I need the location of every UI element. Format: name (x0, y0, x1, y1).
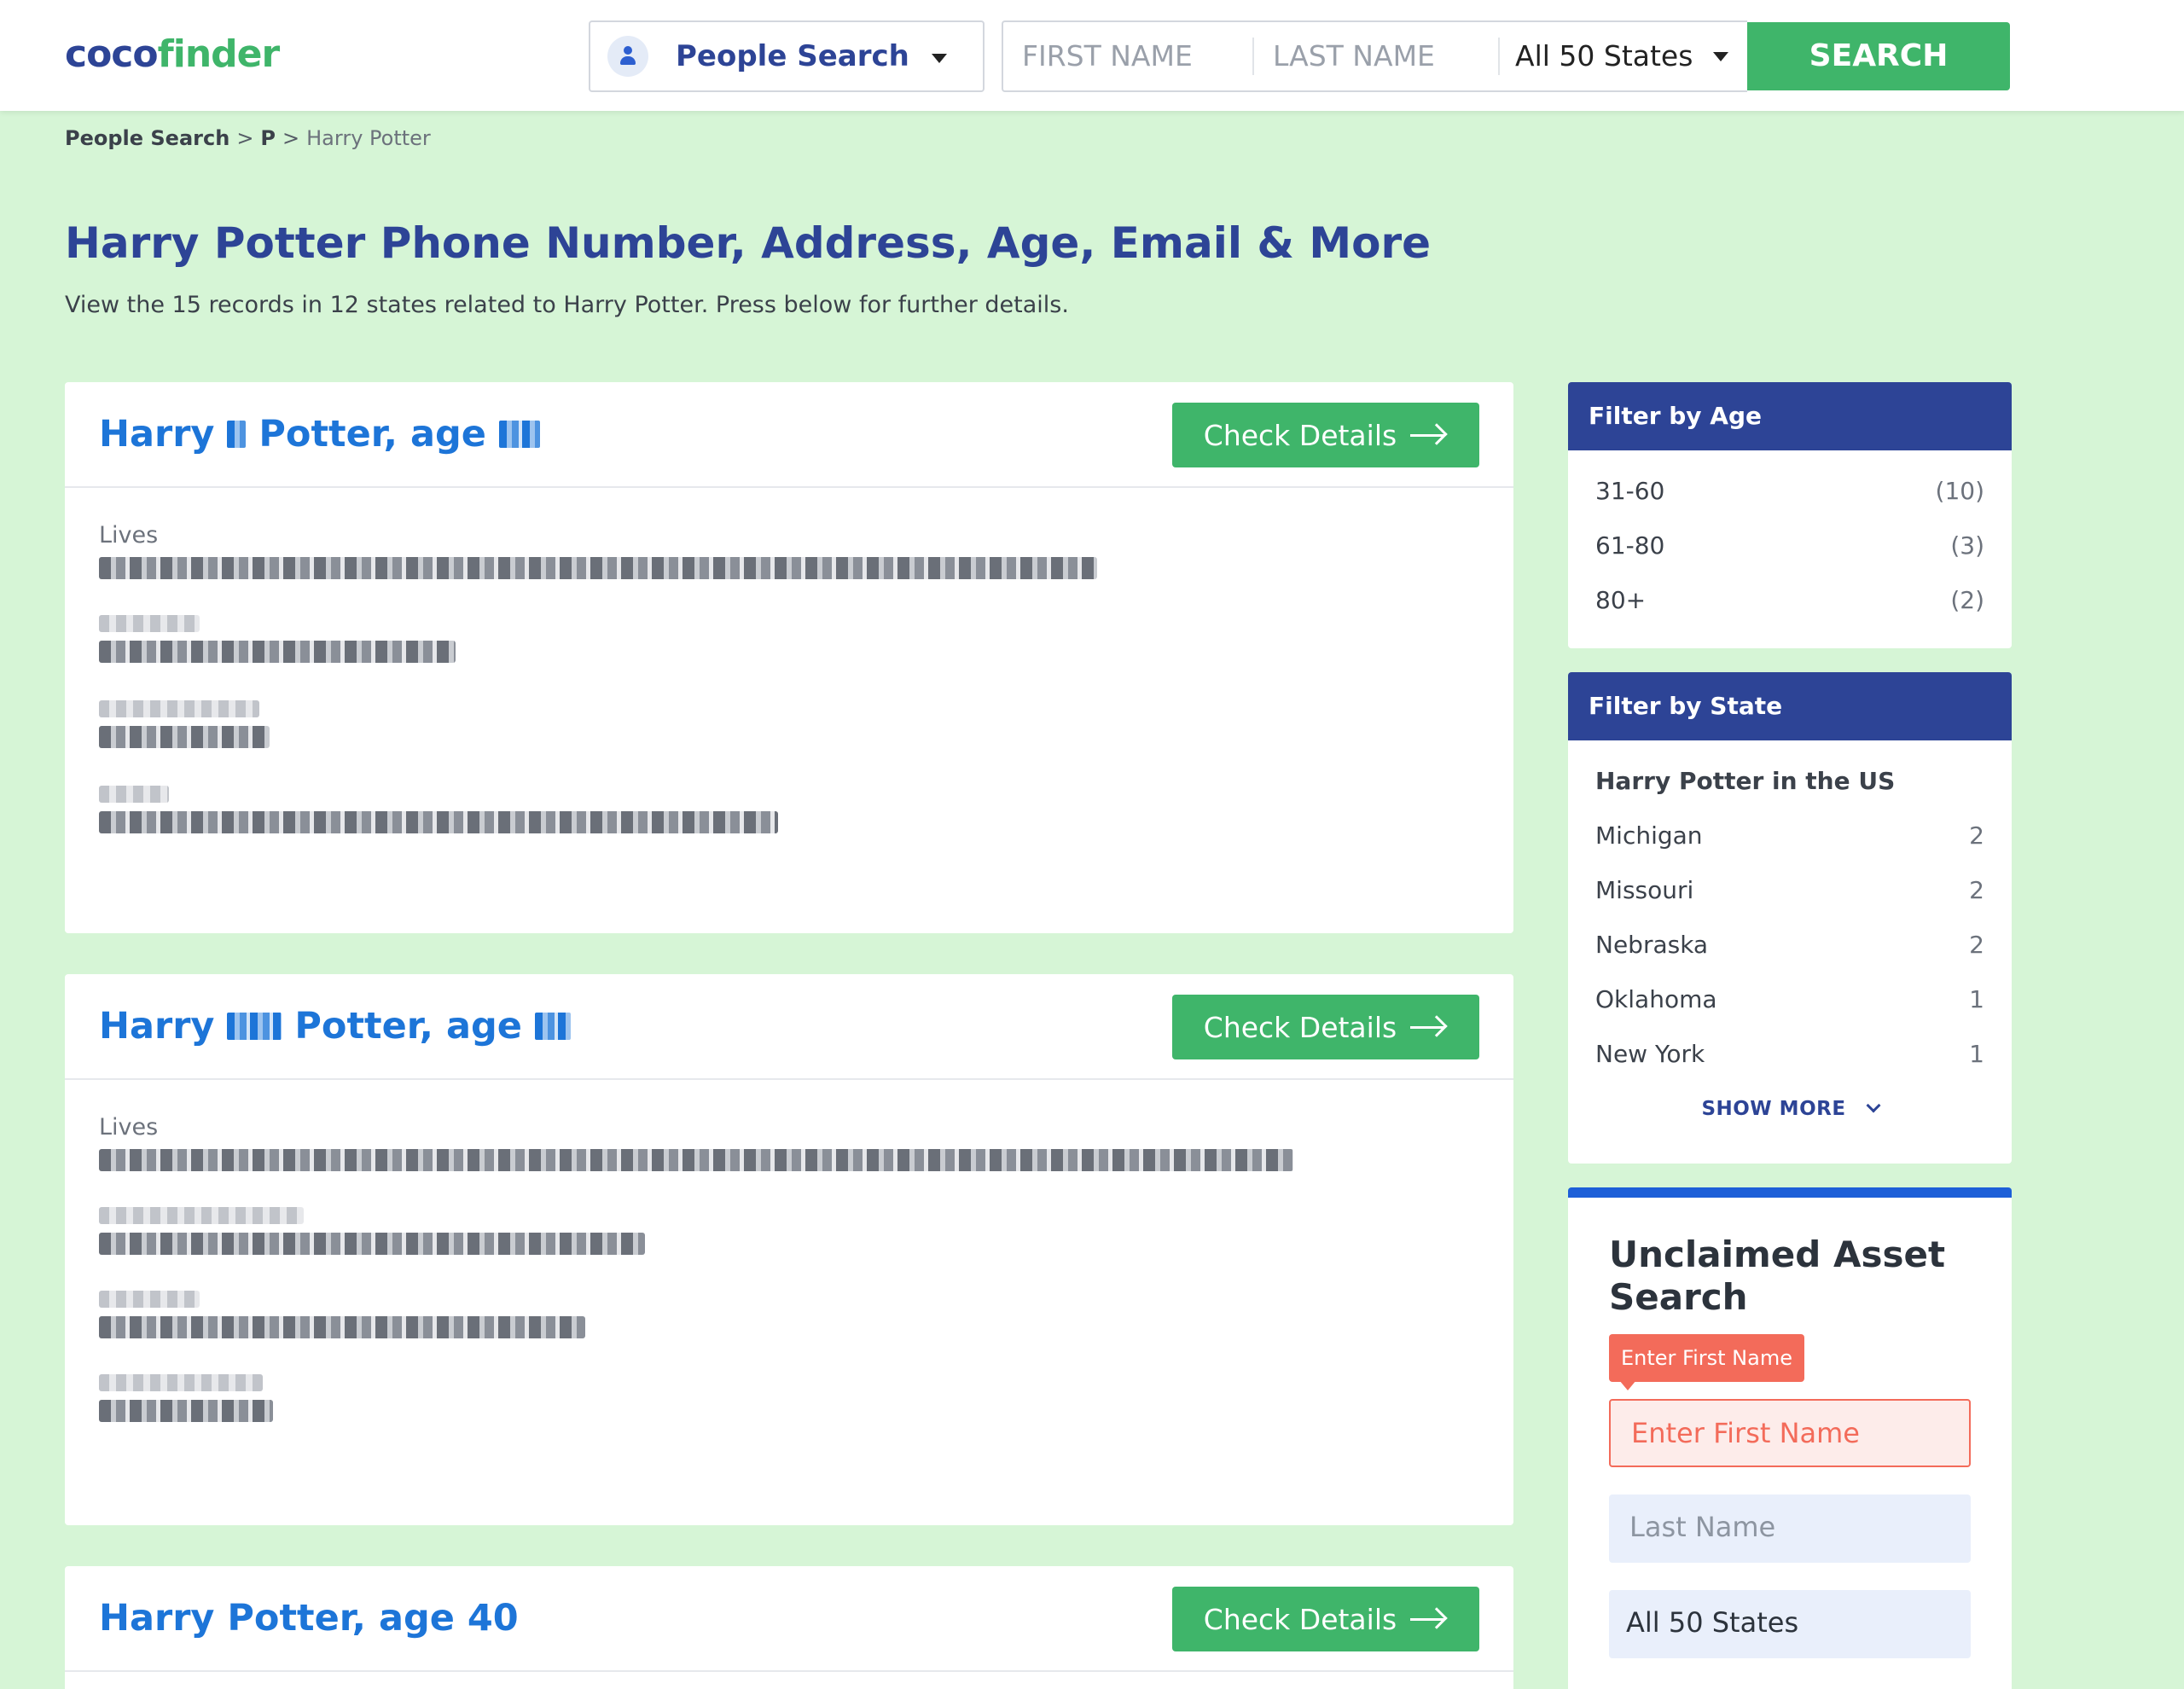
last-name-input[interactable]: LAST NAME (1252, 38, 1466, 75)
filter-by-state-panel: Filter by State Harry Potter in the US M… (1568, 672, 2012, 1164)
caret-down-icon (932, 54, 947, 63)
redacted-phone (99, 1400, 273, 1422)
redacted-label (99, 700, 259, 717)
search-type-label: People Search (676, 39, 909, 73)
asset-search-title: Unclaimed Asset Search (1609, 1233, 1946, 1318)
redacted-label (99, 786, 169, 803)
redacted-relatives (99, 1316, 585, 1338)
first-name-input[interactable]: FIRST NAME (1022, 38, 1235, 75)
result-card: Harry Potter, age Check Details Lives (65, 382, 1513, 933)
state-filter-item[interactable]: Missouri 2 (1568, 863, 2012, 918)
redacted-middle-name (227, 1012, 282, 1040)
state-filter-item[interactable]: New York 1 (1568, 1027, 2012, 1082)
breadcrumb: People Search > P > Harry Potter (65, 126, 431, 150)
validation-tooltip: Enter First Name (1609, 1334, 1804, 1382)
search-type-dropdown[interactable]: People Search (589, 20, 985, 92)
redacted-phone (99, 726, 270, 748)
check-details-button[interactable]: Check Details (1172, 403, 1479, 467)
lives-label: Lives (99, 1114, 159, 1141)
breadcrumb-letter[interactable]: P (260, 126, 276, 150)
filter-by-age-panel: Filter by Age 31-60 (10) 61-80 (3) 80+ (2) (1568, 382, 2012, 648)
arrow-right-icon (1410, 1015, 1448, 1037)
breadcrumb-people-search[interactable]: People Search (65, 126, 229, 150)
result-details: Lives (65, 488, 1513, 833)
redacted-age (534, 1012, 571, 1040)
redacted-address (99, 557, 1097, 579)
page-subtitle: View the 15 records in 12 states related… (65, 292, 1069, 318)
site-header: cocofinder People Search FIRST NAME LAST… (0, 0, 2184, 111)
redacted-label (99, 615, 200, 632)
show-more-button[interactable]: SHOW MORE (1568, 1082, 2012, 1136)
breadcrumb-current: Harry Potter (306, 126, 431, 150)
logo[interactable]: cocofinder (65, 32, 280, 76)
page-title: Harry Potter Phone Number, Address, Age,… (65, 218, 1432, 268)
state-filter-item[interactable]: Nebraska 2 (1568, 918, 2012, 972)
asset-state-select[interactable]: All 50 States (1609, 1590, 1971, 1658)
redacted-age (498, 420, 540, 448)
age-filter-item[interactable]: 80+ (2) (1568, 573, 2012, 628)
result-card: Harry Potter, age 40 Check Details (65, 1566, 1513, 1689)
redacted-relatives (99, 641, 456, 663)
state-filter-item[interactable]: Michigan 2 (1568, 809, 2012, 863)
search-button[interactable]: SEARCH (1747, 22, 2010, 90)
redacted-label (99, 1374, 263, 1391)
result-details: Lives (65, 1080, 1513, 1422)
filter-by-age-title: Filter by Age (1568, 382, 2012, 450)
person-icon (607, 36, 648, 77)
unclaimed-asset-panel: Unclaimed Asset Search Enter First Name … (1568, 1187, 2012, 1689)
chevron-down-icon (1866, 1098, 1881, 1113)
state-filter-item[interactable]: Oklahoma 1 (1568, 972, 2012, 1027)
result-card: Harry Potter, age Check Details Lives (65, 974, 1513, 1525)
redacted-email (99, 811, 778, 833)
state-filter-subtitle: Harry Potter in the US (1595, 767, 1896, 795)
age-filter-item[interactable]: 31-60 (10) (1568, 464, 2012, 519)
redacted-label (99, 1291, 200, 1308)
caret-down-icon (1713, 52, 1728, 61)
redacted-address (99, 1149, 1293, 1171)
asset-last-name-input[interactable]: Last Name (1609, 1495, 1971, 1563)
redacted-previous-address (99, 1233, 645, 1255)
result-name[interactable]: Harry Potter, age 40 (99, 1597, 519, 1640)
result-name[interactable]: Harry Potter, age (99, 1005, 571, 1048)
lives-label: Lives (99, 522, 159, 548)
filter-by-state-title: Filter by State (1568, 672, 2012, 740)
result-name[interactable]: Harry Potter, age (99, 413, 540, 456)
arrow-right-icon (1410, 423, 1448, 445)
check-details-button[interactable]: Check Details (1172, 995, 1479, 1059)
check-details-button[interactable]: Check Details (1172, 1587, 1479, 1651)
arrow-right-icon (1410, 1607, 1448, 1629)
redacted-label (99, 1207, 304, 1224)
asset-first-name-input[interactable]: Enter First Name (1609, 1399, 1971, 1467)
redacted-middle-name (227, 420, 247, 448)
tooltip-tail (1619, 1380, 1636, 1390)
state-select[interactable]: All 50 States (1498, 38, 1745, 75)
age-filter-item[interactable]: 61-80 (3) (1568, 519, 2012, 573)
search-fields: FIRST NAME LAST NAME All 50 States (1002, 20, 1747, 92)
